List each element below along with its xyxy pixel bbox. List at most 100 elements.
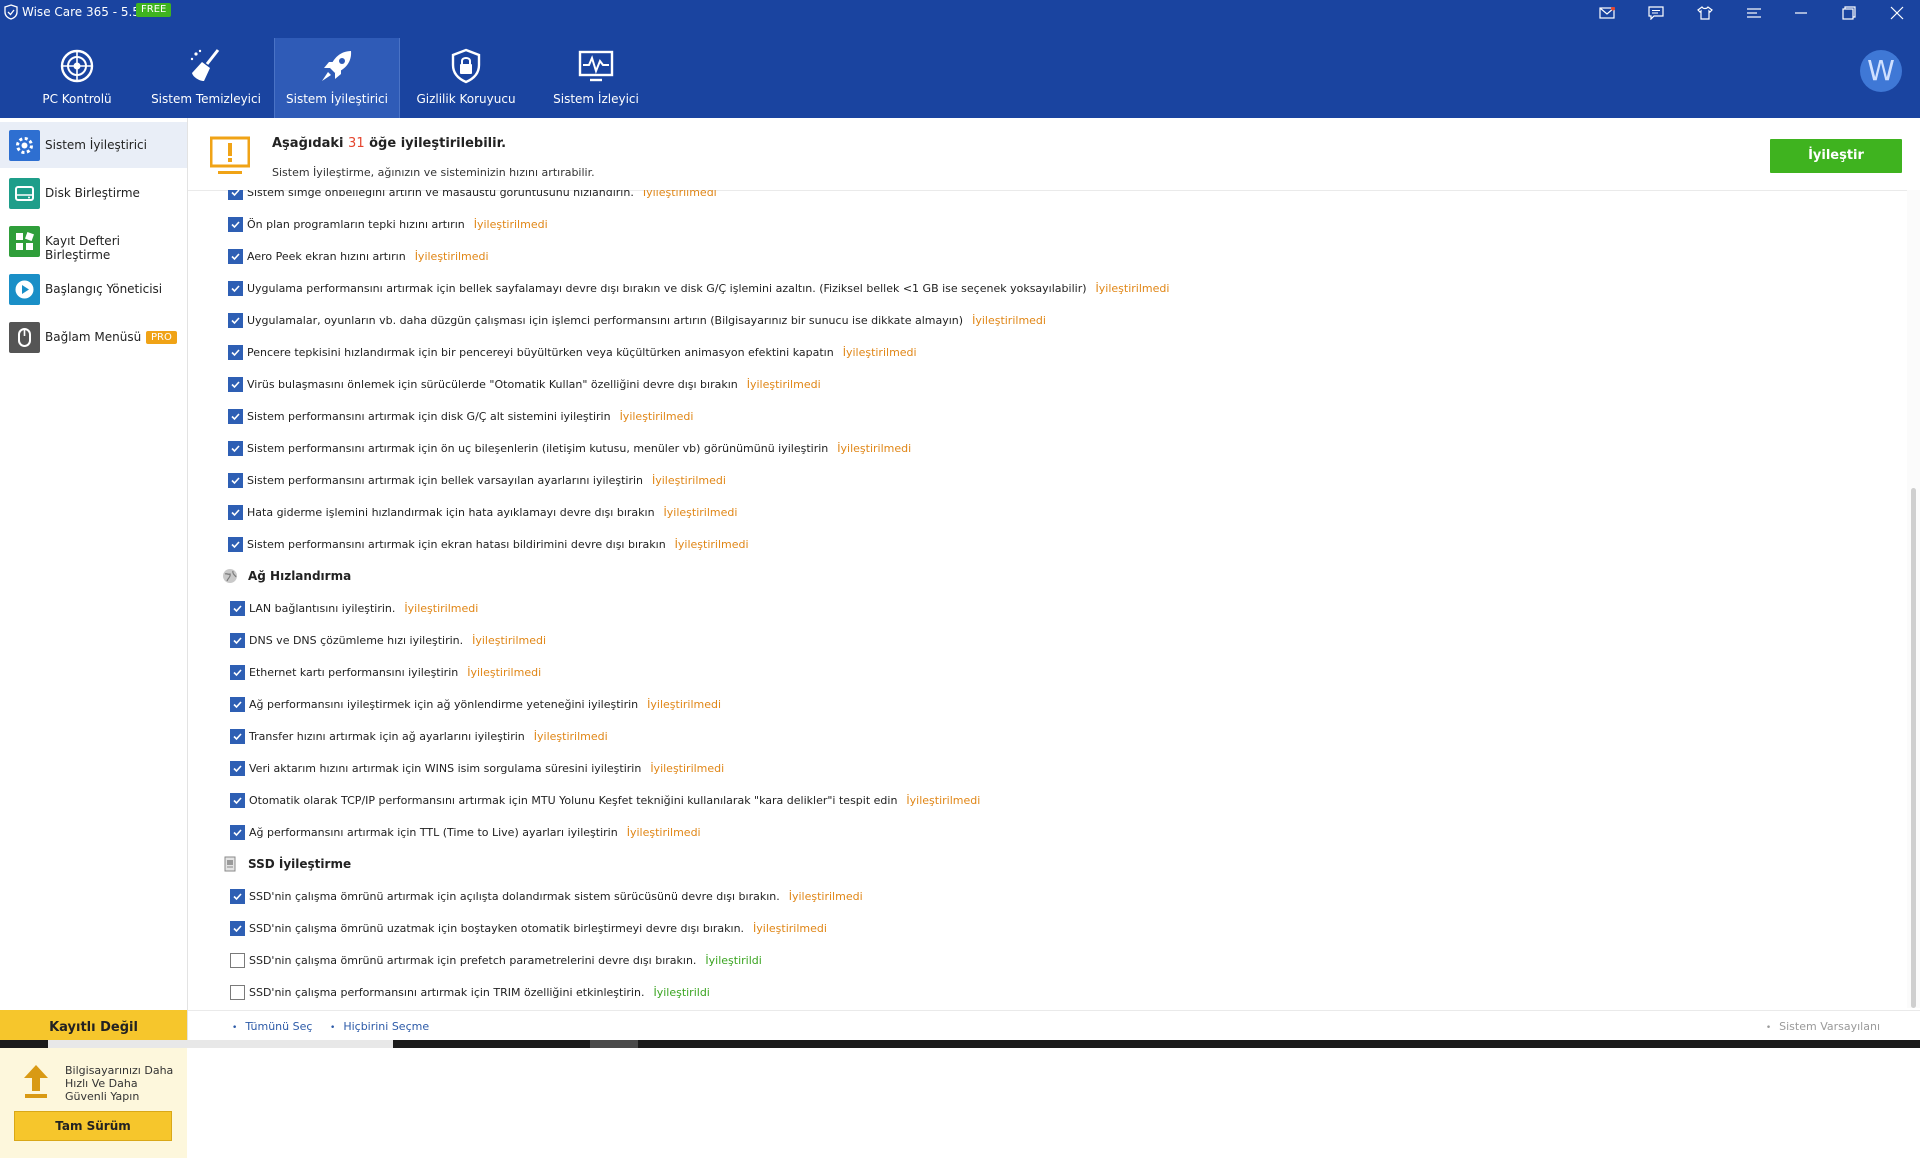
checkbox-checked[interactable] [228,472,243,488]
checkbox-checked[interactable] [230,888,245,904]
registration-panel: Kayıtlı Değil Bilgisayarınızı Daha Hızlı… [0,1010,187,1158]
select-all-link[interactable]: • Tümünü Seç [232,1020,312,1033]
checkbox-checked[interactable] [230,664,245,680]
full-version-button[interactable]: Tam Sürüm [14,1111,172,1141]
checkbox-checked[interactable] [228,376,243,392]
summary-prefix: Aşağıdaki [272,136,344,151]
mail-icon[interactable] [1584,0,1630,26]
user-avatar[interactable]: W [1860,50,1902,92]
sidebar-item-baglam-menusu[interactable]: Bağlam Menüsü PRO [0,314,187,360]
option-row[interactable]: Ethernet kartı performansını iyileştirin… [230,662,541,682]
checkbox-checked[interactable] [228,216,243,232]
option-row[interactable]: DNS ve DNS çözümleme hızı iyileştirin. İy… [230,630,546,650]
mouse-icon [9,322,40,353]
checkbox-checked[interactable] [228,408,243,424]
minimize-icon[interactable] [1778,0,1824,26]
option-row[interactable]: Veri aktarım hızını artırmak için WINS i… [230,758,724,778]
option-label: Virüs bulaşmasını önlemek için sürücüler… [247,377,738,391]
option-row[interactable]: Ağ performansını artırmak için TTL (Time… [230,822,701,842]
tab-sistem-temizleyici[interactable]: Sistem Temizleyici [144,38,268,118]
option-row[interactable]: LAN bağlantısını iyileştirin. İyileştiril… [230,598,478,618]
option-row[interactable]: SSD'nin çalışma ömrünü uzatmak için boşt… [230,918,827,938]
chat-icon[interactable] [1633,0,1679,26]
blocks-icon [9,226,40,257]
option-label: Sistem performansını artırmak için ön uç… [247,441,829,455]
title-bar: Wise Care 365 - 5.5.9 FREE [0,0,1920,26]
shirt-icon[interactable] [1682,0,1728,26]
pro-badge: PRO [146,331,177,344]
status-text: İyileştirilmedi [1095,281,1170,295]
option-row[interactable]: Pencere tepkisini hızlandırmak için bir … [228,342,917,362]
status-text: İyileştirilmedi [746,377,821,391]
option-row[interactable]: Sistem performansını artırmak için ekran… [228,534,749,554]
option-label: Hata giderme işlemini hızlandırmak için … [247,505,655,519]
option-row[interactable]: Ön plan programların tepki hızını artırı… [228,214,548,234]
option-row[interactable]: SSD'nin çalışma ömrünü artırmak için pre… [230,950,762,970]
select-none-link[interactable]: • Hiçbirini Seçme [330,1020,429,1033]
option-label: LAN bağlantısını iyileştirin. [249,601,396,615]
tab-gizlilik-koruyucu[interactable]: Gizlilik Koruyucu [404,38,528,118]
option-row[interactable]: Uygulama performansını artırmak için bel… [228,278,1169,298]
checkbox-checked[interactable] [228,344,243,360]
option-row[interactable]: Sistem performansını artırmak için belle… [228,470,726,490]
option-row[interactable]: Ağ performansını iyileştirmek için ağ yö… [230,694,721,714]
checkbox-unchecked[interactable] [230,984,245,1000]
option-label: Transfer hızını artırmak için ağ ayarlar… [249,729,525,743]
system-defaults-link[interactable]: • Sistem Varsayılanı [1766,1020,1880,1033]
issue-count: 31 [348,136,365,151]
checkbox-checked[interactable] [230,728,245,744]
taskbar-search[interactable] [48,1040,393,1048]
optimize-button[interactable]: İyileştir [1770,139,1902,173]
checkbox-checked[interactable] [228,440,243,456]
os-taskbar [0,1040,1920,1048]
status-text: İyileştirilmedi [473,217,548,231]
option-row[interactable]: Hata giderme işlemini hızlandırmak için … [228,502,737,522]
status-text: İyileştirilmedi [663,505,738,519]
option-row[interactable]: Virüs bulaşmasını önlemek için sürücüler… [228,374,821,394]
option-row[interactable]: Otomatik olarak TCP/IP performansını art… [230,790,980,810]
edition-badge: FREE [136,3,172,17]
sidebar-item-kayit-defteri[interactable]: Kayıt Defteri Birleştirme [0,218,187,264]
option-row[interactable]: Sistem performansını artırmak için disk … [228,406,693,426]
checkbox-checked[interactable] [228,280,243,296]
sidebar-item-disk-birlestirme[interactable]: Disk Birleştirme [0,170,187,216]
option-label: Ethernet kartı performansını iyileştirin [249,665,459,679]
option-row[interactable]: Sistem performansını artırmak için ön uç… [228,438,911,458]
close-icon[interactable] [1874,0,1920,26]
checkbox-checked[interactable] [228,504,243,520]
checkbox-checked[interactable] [228,536,243,552]
menu-icon[interactable] [1731,0,1777,26]
taskbar-app[interactable] [590,1040,638,1048]
tab-pc-kontrolu[interactable]: PC Kontrolü [15,38,139,118]
sidebar-item-sistem-iyilestirici[interactable]: Sistem İyileştirici [0,122,187,168]
restore-icon[interactable] [1826,0,1872,26]
sidebar-item-label: Kayıt Defteri Birleştirme [45,234,120,262]
option-row[interactable]: Aero Peek ekran hızını artırın İyileştiri… [228,246,489,266]
shield-logo-icon [4,4,18,20]
tab-label: Gizlilik Koruyucu [416,92,516,106]
option-row[interactable]: SSD'nin çalışma ömrünü artırmak için açı… [230,886,863,906]
option-row[interactable]: Uygulamalar, oyunların vb. daha düzgün ç… [228,310,1046,330]
option-row[interactable]: Sistem simge önbelleğini artırın ve masa… [228,190,717,202]
checkbox-checked[interactable] [230,792,245,808]
tab-sistem-izleyici[interactable]: Sistem İzleyici [534,38,658,118]
sidebar-item-baslangic[interactable]: Başlangıç Yöneticisi [0,266,187,312]
option-label: Uygulamalar, oyunların vb. daha düzgün ç… [247,313,964,327]
checkbox-unchecked[interactable] [230,952,245,968]
checkbox-checked[interactable] [230,920,245,936]
tab-sistem-iyilestirici[interactable]: Sistem İyileştirici [274,38,400,118]
scrollbar-thumb[interactable] [1911,488,1916,1008]
checkbox-checked[interactable] [230,824,245,840]
checkbox-checked[interactable] [230,760,245,776]
checkbox-checked[interactable] [228,248,243,264]
checkbox-checked[interactable] [228,312,243,328]
checkbox-checked[interactable] [230,600,245,616]
status-text: İyileştirilmedi [404,601,479,615]
checkbox-checked[interactable] [228,190,243,200]
status-text: İyileştirilmedi [626,825,701,839]
option-row[interactable]: Transfer hızını artırmak için ağ ayarlar… [230,726,608,746]
checkbox-checked[interactable] [230,632,245,648]
option-row[interactable]: SSD'nin çalışma performansını artırmak i… [230,982,710,1002]
status-text: İyileştirilmedi [647,697,722,711]
checkbox-checked[interactable] [230,696,245,712]
